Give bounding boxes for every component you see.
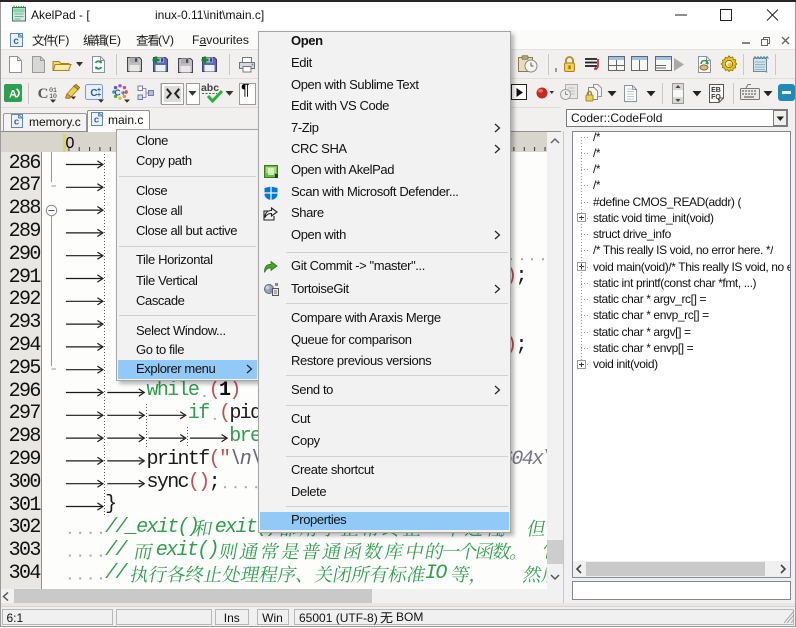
svg-text:c: c	[94, 114, 99, 125]
svg-text:FQ: FQ	[711, 94, 721, 101]
svg-text:EB: EB	[711, 87, 721, 94]
